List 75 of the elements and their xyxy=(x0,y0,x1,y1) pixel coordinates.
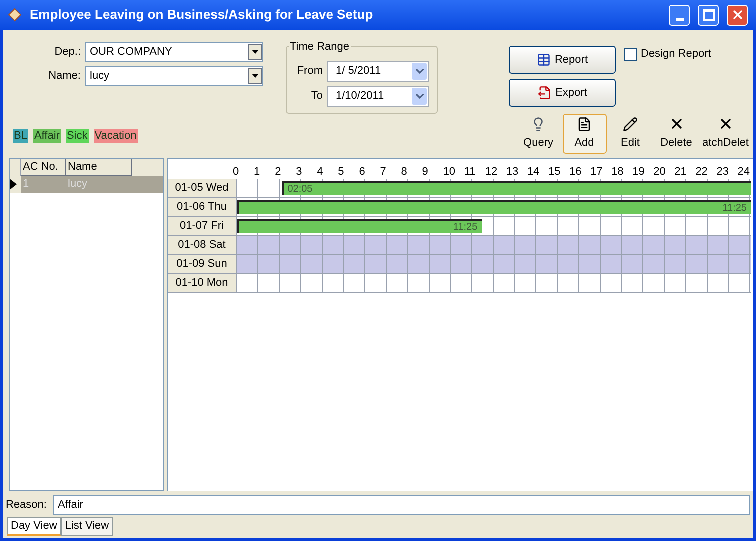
row-pointer-icon xyxy=(10,179,17,190)
reason-field[interactable]: Affair xyxy=(52,495,750,515)
export-icon xyxy=(538,86,552,100)
app-icon xyxy=(8,8,22,22)
view-tab[interactable]: Day View xyxy=(7,517,62,536)
hour-label: 24 xyxy=(738,165,750,179)
date-picker[interactable]: 1/10/2011 xyxy=(327,86,429,107)
legend-tag: Vacation xyxy=(94,129,138,143)
hour-label: 18 xyxy=(612,165,625,179)
close-icon xyxy=(730,8,744,22)
dep-label: Dep.: xyxy=(54,44,81,60)
hour-label: 2 xyxy=(275,165,282,179)
hour-label: 11 xyxy=(464,165,477,179)
view-tab[interactable]: List View xyxy=(61,517,114,536)
minimize-button[interactable] xyxy=(669,4,690,26)
hour-label: 10 xyxy=(443,165,457,179)
hour-label: 6 xyxy=(359,165,366,179)
hour-label: 21 xyxy=(674,165,688,179)
toolbar-button[interactable]: Add xyxy=(562,114,607,154)
day-label: 01-07 Fri xyxy=(168,217,237,236)
pencil-icon xyxy=(623,116,638,132)
hour-label: 16 xyxy=(570,165,583,179)
hour-label: 23 xyxy=(716,165,730,179)
chevron-down-icon xyxy=(412,63,427,80)
hour-label: 22 xyxy=(696,165,709,179)
report-button[interactable]: Report xyxy=(509,46,616,74)
legend-tag: BL xyxy=(13,129,28,143)
day-label: 01-09 Sun xyxy=(168,255,237,274)
day-label: 01-05 Wed xyxy=(168,179,237,198)
date-label: To xyxy=(310,89,323,104)
hour-label: 13 xyxy=(506,165,520,179)
hour-label: 14 xyxy=(527,165,541,179)
date-picker[interactable]: 1/ 5/2011 xyxy=(327,61,429,82)
date-label: From xyxy=(296,64,323,80)
hour-label: 19 xyxy=(632,165,646,179)
table-icon xyxy=(536,53,551,67)
day-label: 01-10 Mon xyxy=(168,274,237,293)
day-label: 01-06 Thu xyxy=(168,198,237,217)
table-cell-text: 1 xyxy=(22,177,30,192)
hour-label: 4 xyxy=(317,165,324,179)
chevron-down-icon xyxy=(412,88,427,105)
leave-bar[interactable]: 11:25 xyxy=(237,200,751,214)
hour-label: 5 xyxy=(338,165,346,179)
toolbar-button[interactable]: atchDelet xyxy=(700,114,751,154)
hour-label: 7 xyxy=(380,165,388,179)
hour-label: 9 xyxy=(422,165,430,179)
day-label: 01-08 Sat xyxy=(168,236,237,255)
hour-label: 0 xyxy=(233,165,240,179)
document-icon xyxy=(577,116,592,132)
dep-dropdown[interactable]: OUR COMPANY xyxy=(85,42,263,62)
toolbar-button[interactable]: Delete xyxy=(654,114,699,154)
toolbar-button[interactable]: Edit xyxy=(608,114,653,154)
leave-bar[interactable]: 02:05 xyxy=(282,181,751,195)
window-title: Employee Leaving on Business/Asking for Leave Setup xyxy=(30,6,374,24)
table-cell-text: lucy xyxy=(67,177,89,192)
design-report-label: Design Report xyxy=(641,47,712,62)
export-button[interactable]: Export xyxy=(509,79,616,107)
hour-label: 3 xyxy=(296,165,304,179)
reason-label: Reason: xyxy=(6,498,47,513)
hour-label: 1 xyxy=(254,165,262,179)
hour-label: 17 xyxy=(590,165,604,179)
leave-bar[interactable]: 11:25 xyxy=(237,219,482,233)
hour-label: 20 xyxy=(654,165,667,179)
hour-label: 8 xyxy=(401,165,408,179)
hour-label: 15 xyxy=(548,165,562,179)
name-dropdown[interactable]: lucy xyxy=(85,66,263,86)
close-button[interactable] xyxy=(727,4,748,26)
maximize-button[interactable] xyxy=(698,4,719,26)
design-report-checkbox[interactable] xyxy=(624,48,637,61)
toolbar-button[interactable]: Query xyxy=(516,114,561,154)
legend-tag: Affair xyxy=(33,129,61,143)
legend-tag: Sick xyxy=(66,129,89,143)
hour-label: 12 xyxy=(485,165,499,179)
time-range-title: Time Range xyxy=(289,39,351,56)
name-label: Name: xyxy=(48,68,81,84)
